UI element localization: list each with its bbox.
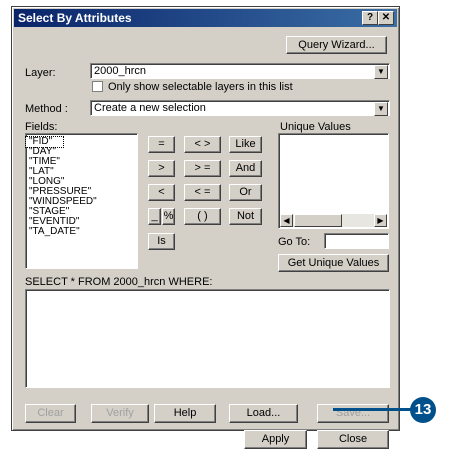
layer-value: 2000_hrcn <box>94 65 146 77</box>
query-textarea[interactable] <box>25 289 390 388</box>
chevron-down-icon[interactable]: ▼ <box>374 102 388 116</box>
operator-or-button[interactable]: Or <box>229 184 262 201</box>
operator-is-button[interactable]: Is <box>148 233 175 250</box>
query-label: SELECT * FROM 2000_hrcn WHERE: <box>25 276 213 288</box>
operator-equals-button[interactable]: = <box>148 136 175 153</box>
operator-less-button[interactable]: < <box>148 184 175 201</box>
apply-button[interactable]: Apply <box>244 430 307 449</box>
operator-parens-button[interactable]: ( ) <box>184 208 221 225</box>
scrollbar-thumb[interactable] <box>294 214 342 227</box>
method-value: Create a new selection <box>94 102 206 114</box>
operator-not-button[interactable]: Not <box>229 208 262 225</box>
fields-list[interactable]: "FID" "DAY" "TIME" "LAT" "LONG" "PRESSUR… <box>25 133 138 269</box>
close-button[interactable]: Close <box>317 430 389 449</box>
help-icon[interactable]: ? <box>362 11 378 25</box>
method-label: Method : <box>25 103 68 115</box>
help-button[interactable]: Help <box>154 404 216 423</box>
only-selectable-checkbox[interactable] <box>92 81 103 92</box>
operator-greater-button[interactable]: > <box>148 160 175 177</box>
operator-and-button[interactable]: And <box>229 160 262 177</box>
chevron-down-icon[interactable]: ▼ <box>374 65 388 79</box>
callout-number: 13 <box>410 397 436 423</box>
query-wizard-button[interactable]: Query Wizard... <box>286 36 387 54</box>
method-dropdown[interactable]: Create a new selection ▼ <box>90 100 390 116</box>
get-unique-values-button[interactable]: Get Unique Values <box>278 254 389 272</box>
dialog-title: Select By Attributes <box>18 11 132 25</box>
horizontal-scrollbar[interactable]: ◀ ▶ <box>280 214 387 227</box>
layer-dropdown[interactable]: 2000_hrcn ▼ <box>90 63 390 79</box>
operator-greater-equal-button[interactable]: > = <box>184 160 221 177</box>
go-to-input[interactable] <box>324 233 389 249</box>
operator-underscore-button[interactable]: _ <box>148 208 161 225</box>
unique-values-label: Unique Values <box>280 121 351 133</box>
operator-percent-button[interactable]: % <box>162 208 175 225</box>
clear-button[interactable]: Clear <box>25 404 76 423</box>
verify-button[interactable]: Verify <box>91 404 149 423</box>
load-button[interactable]: Load... <box>229 404 298 423</box>
list-item[interactable]: "TA_DATE" <box>26 227 137 237</box>
unique-values-list[interactable]: ◀ ▶ <box>278 133 389 229</box>
title-bar[interactable]: Select By Attributes ? ✕ <box>14 9 397 27</box>
layer-label: Layer: <box>25 67 56 79</box>
scroll-left-icon[interactable]: ◀ <box>280 214 293 227</box>
close-icon[interactable]: ✕ <box>378 11 394 25</box>
fields-label: Fields: <box>25 121 58 133</box>
operator-less-equal-button[interactable]: < = <box>184 184 221 201</box>
operator-like-button[interactable]: Like <box>229 136 262 153</box>
only-selectable-label: Only show selectable layers in this list <box>108 81 293 93</box>
save-button[interactable]: Save... <box>317 404 389 423</box>
scroll-right-icon[interactable]: ▶ <box>374 214 387 227</box>
operator-not-equals-button[interactable]: < > <box>184 136 221 153</box>
callout-line <box>333 408 413 411</box>
select-by-attributes-dialog: Select By Attributes ? ✕ Query Wizard...… <box>11 6 400 449</box>
go-to-label: Go To: <box>278 236 311 248</box>
